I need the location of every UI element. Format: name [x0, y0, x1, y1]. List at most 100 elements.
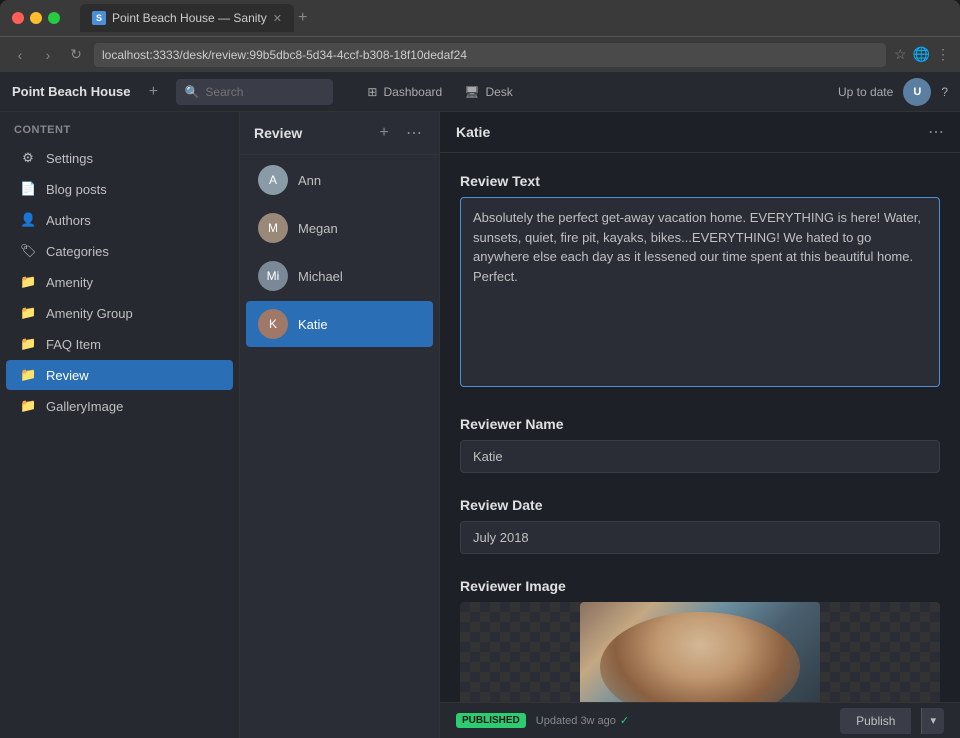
- search-input[interactable]: [205, 85, 325, 99]
- dashboard-icon: ⊞: [367, 85, 377, 99]
- reviewer-name-input[interactable]: [460, 440, 940, 473]
- reviewer-image-label: Reviewer Image: [460, 578, 940, 594]
- dashboard-label: Dashboard: [383, 85, 442, 99]
- address-input[interactable]: [94, 43, 886, 67]
- tab-favicon: S: [92, 11, 106, 25]
- publish-dropdown-button[interactable]: ▾: [921, 708, 944, 734]
- new-tab-button[interactable]: +: [298, 9, 307, 27]
- sidebar-item-authors[interactable]: 👤 Authors: [6, 205, 233, 235]
- review-item-ann[interactable]: A Ann: [246, 157, 433, 203]
- help-icon[interactable]: ?: [941, 85, 948, 99]
- top-bar: Point Beach House + 🔍 ⊞ Dashboard 🖥 Desk…: [0, 72, 960, 112]
- traffic-lights: [12, 12, 60, 24]
- reviewer-avatar-katie: K: [258, 309, 288, 339]
- close-button[interactable]: [12, 12, 24, 24]
- review-item-michael[interactable]: Mi Michael: [246, 253, 433, 299]
- reviewer-avatar-megan: M: [258, 213, 288, 243]
- sidebar-item-gallery-image[interactable]: 📁 GalleryImage: [6, 391, 233, 421]
- desk-icon: 🖥: [464, 85, 479, 99]
- amenity-icon: 📁: [20, 274, 36, 290]
- review-text-input[interactable]: Absolutely the perfect get-away vacation…: [460, 197, 940, 387]
- sidebar-item-label: Categories: [46, 244, 109, 259]
- review-item-megan[interactable]: M Megan: [246, 205, 433, 251]
- sidebar-item-amenity-group[interactable]: 📁 Amenity Group: [6, 298, 233, 328]
- sidebar-section-label: Content: [0, 112, 239, 142]
- sidebar-item-review[interactable]: 📁 Review: [6, 360, 233, 390]
- reviewer-name-section: Reviewer Name: [460, 416, 940, 473]
- panel-menu-button[interactable]: ⋯: [403, 122, 425, 144]
- nav-item-dashboard[interactable]: ⊞ Dashboard: [357, 81, 452, 103]
- reviewer-name: Michael: [298, 269, 343, 284]
- tab-label: Point Beach House — Sanity: [112, 11, 267, 25]
- reviewer-photo: [580, 602, 820, 702]
- tab-bar: S Point Beach House — Sanity ✕ +: [80, 4, 948, 32]
- minimize-button[interactable]: [30, 12, 42, 24]
- gallery-icon: 📁: [20, 398, 36, 414]
- sidebar-item-amenity[interactable]: 📁 Amenity: [6, 267, 233, 297]
- profile-icon[interactable]: 🌐: [913, 46, 930, 63]
- settings-icon: ⚙: [20, 150, 36, 166]
- review-list: A Ann M Megan Mi Michael K Katie: [240, 155, 439, 738]
- sidebar-item-label: Amenity Group: [46, 306, 133, 321]
- authors-icon: 👤: [20, 212, 36, 228]
- review-date-label: Review Date: [460, 497, 940, 513]
- detail-menu-button[interactable]: ⋯: [928, 122, 944, 142]
- app-title: Point Beach House: [12, 84, 130, 99]
- detail-content: Review Text Absolutely the perfect get-a…: [440, 153, 960, 702]
- sidebar-item-label: Blog posts: [46, 182, 107, 197]
- forward-button[interactable]: ›: [38, 47, 58, 63]
- bookmark-icon[interactable]: ☆: [894, 46, 907, 63]
- publish-button[interactable]: Publish: [840, 708, 911, 734]
- blog-posts-icon: 📄: [20, 181, 36, 197]
- app-container: Point Beach House + 🔍 ⊞ Dashboard 🖥 Desk…: [0, 72, 960, 738]
- search-icon: 🔍: [184, 85, 199, 99]
- panel-add-button[interactable]: +: [373, 122, 395, 144]
- back-button[interactable]: ‹: [10, 47, 30, 63]
- review-item-katie[interactable]: K Katie: [246, 301, 433, 347]
- top-bar-right: Up to date U ?: [838, 78, 948, 106]
- browser-addressbar: ‹ › ↻ ☆ 🌐 ⋮: [0, 36, 960, 72]
- review-date-section: Review Date: [460, 497, 940, 554]
- review-text-section: Review Text Absolutely the perfect get-a…: [460, 173, 940, 392]
- status-text: Up to date: [838, 85, 893, 99]
- panel-title: Review: [254, 125, 365, 141]
- tab-close-icon[interactable]: ✕: [273, 12, 282, 25]
- reviewer-name-label: Reviewer Name: [460, 416, 940, 432]
- sidebar-item-label: Authors: [46, 213, 91, 228]
- detail-title: Katie: [456, 124, 928, 140]
- nav-item-desk[interactable]: 🖥 Desk: [454, 81, 523, 103]
- sidebar-item-settings[interactable]: ⚙ Settings: [6, 143, 233, 173]
- bottom-bar: PUBLISHED Updated 3w ago ✓ Publish ▾: [440, 702, 960, 738]
- search-box: 🔍: [176, 79, 333, 105]
- browser-tab[interactable]: S Point Beach House — Sanity ✕: [80, 4, 294, 32]
- review-text-label: Review Text: [460, 173, 940, 189]
- faq-icon: 📁: [20, 336, 36, 352]
- reviewer-name: Ann: [298, 173, 321, 188]
- sidebar-item-faq-item[interactable]: 📁 FAQ Item: [6, 329, 233, 359]
- reload-button[interactable]: ↻: [66, 46, 86, 63]
- reviewer-name: Megan: [298, 221, 338, 236]
- panel-header: Review + ⋯: [240, 112, 439, 155]
- sidebar-item-label: Review: [46, 368, 89, 383]
- top-nav: ⊞ Dashboard 🖥 Desk: [357, 81, 522, 103]
- updated-text-value: Updated 3w ago: [536, 715, 616, 727]
- sidebar-item-categories[interactable]: 🏷 Categories: [6, 236, 233, 266]
- updated-text: Updated 3w ago ✓: [536, 714, 629, 727]
- sidebar-item-label: GalleryImage: [46, 399, 123, 414]
- maximize-button[interactable]: [48, 12, 60, 24]
- add-content-button[interactable]: +: [142, 81, 164, 103]
- reviewer-image-container[interactable]: [460, 602, 940, 702]
- detail-header: Katie ⋯: [440, 112, 960, 153]
- more-options-icon[interactable]: ⋮: [936, 46, 950, 63]
- review-date-input[interactable]: [460, 521, 940, 554]
- sidebar-item-blog-posts[interactable]: 📄 Blog posts: [6, 174, 233, 204]
- categories-icon: 🏷: [20, 243, 36, 259]
- avatar[interactable]: U: [903, 78, 931, 106]
- addressbar-actions: ☆ 🌐 ⋮: [894, 46, 950, 63]
- desk-label: Desk: [485, 85, 512, 99]
- sidebar-item-label: Amenity: [46, 275, 93, 290]
- check-icon: ✓: [620, 714, 629, 727]
- sidebar-item-label: FAQ Item: [46, 337, 101, 352]
- reviewer-image-section: Reviewer Image: [460, 578, 940, 702]
- amenity-group-icon: 📁: [20, 305, 36, 321]
